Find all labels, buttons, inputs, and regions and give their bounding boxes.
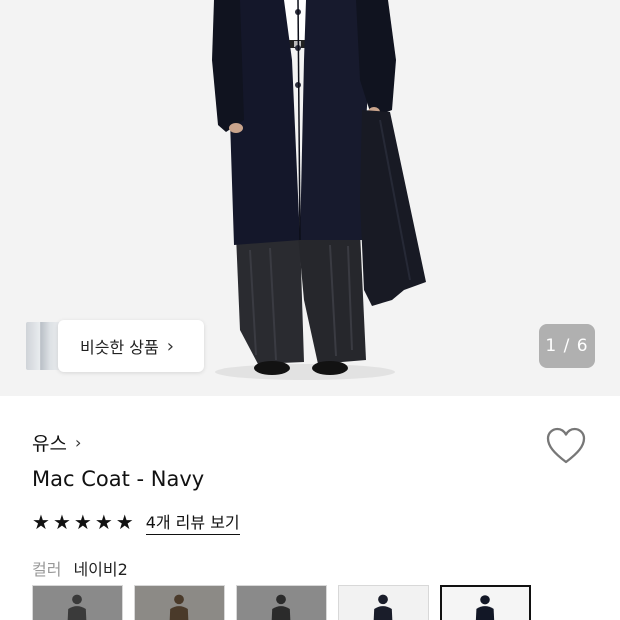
similar-products-button[interactable]: 비슷한 상품 › (26, 320, 204, 372)
star-icon: ★ (52, 510, 71, 534)
wishlist-button[interactable] (545, 426, 587, 466)
reviews-link[interactable]: 4개 리뷰 보기 (145, 509, 240, 535)
color-swatch-2[interactable] (134, 585, 225, 620)
image-counter-badge: 1 / 6 (539, 324, 595, 368)
star-icon: ★ (73, 510, 92, 534)
star-icon: ★ (32, 510, 50, 534)
star-icon: ★ (115, 510, 134, 534)
color-swatch-1[interactable] (32, 585, 123, 620)
color-swatch-list (32, 585, 531, 620)
chevron-right-icon: › (166, 335, 174, 357)
product-title: Mac Coat - Navy (32, 467, 205, 491)
color-swatch-5[interactable] (440, 585, 531, 620)
color-option-row: 컬러 네이비2 (32, 556, 128, 580)
rating-stars: ★ ★ ★ ★ ★ (32, 512, 134, 532)
similar-products-pill[interactable]: 비슷한 상품 › (58, 320, 204, 372)
rating-row: ★ ★ ★ ★ ★ 4개 리뷰 보기 (32, 509, 240, 535)
similar-products-label: 비슷한 상품 (80, 338, 159, 357)
brand-name: 유스 (32, 433, 67, 455)
heart-outline-icon (546, 427, 586, 464)
color-swatch-3[interactable] (236, 585, 327, 620)
chevron-right-icon: › (74, 433, 82, 452)
color-selected-value: 네이비2 (73, 560, 128, 579)
product-image-carousel[interactable]: 비슷한 상품 › 1 / 6 (0, 0, 620, 396)
color-swatch-4[interactable] (338, 585, 429, 620)
brand-link[interactable]: 유스 › (32, 429, 81, 456)
star-icon: ★ (94, 510, 113, 534)
color-label: 컬러 (32, 560, 62, 579)
